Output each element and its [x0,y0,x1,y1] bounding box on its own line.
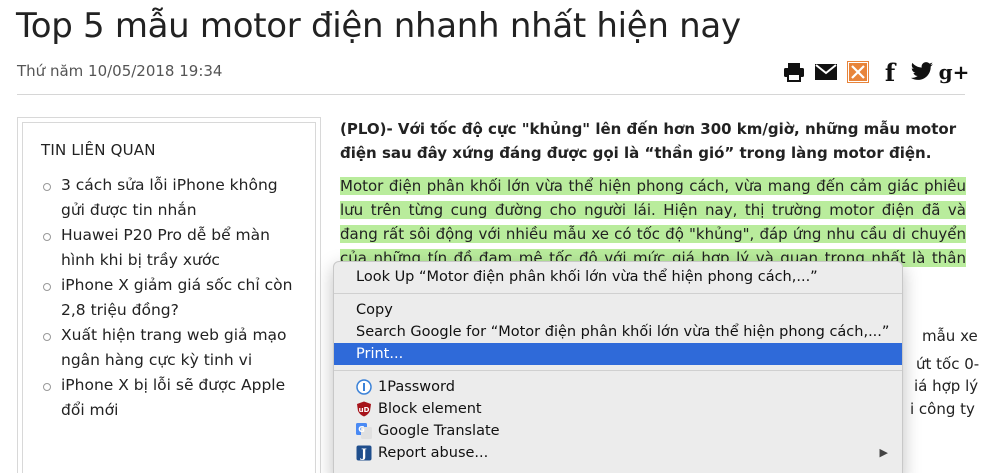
related-news-item[interactable]: Huawei P20 Pro dễ bể màn hình khi bị trầ… [41,223,299,273]
facebook-icon[interactable]: f [878,58,902,87]
body-fragment: ứt tốc 0- [916,355,980,373]
body-fragment: mẫu xe [922,327,978,345]
related-news-item[interactable]: Xuất hiện trang web giả mạo ngân hàng cự… [41,323,299,373]
menu-item-copy[interactable]: Copy [334,299,902,321]
menu-separator [334,293,902,294]
svg-text:G: G [358,425,365,434]
submenu-arrow-icon: ▶ [879,446,888,459]
menu-item-label: Block element [378,401,482,417]
menu-item-look-up[interactable]: Look Up “Motor điện phân khối lớn vừa th… [334,266,902,288]
body-fragment: i công ty [910,400,975,418]
related-news-item[interactable]: iPhone X giảm giá sốc chỉ còn 2,8 triệu … [41,273,299,323]
menu-item-google-translate[interactable]: G Google Translate [334,420,902,442]
menu-separator [334,370,902,371]
email-icon[interactable] [814,60,838,84]
ublock-icon: uD [356,401,372,417]
article-lead: (PLO)- Với tốc độ cực "khủng" lên đến hơ… [340,120,957,162]
google-translate-icon: G [356,423,372,439]
menu-item-print[interactable]: Print... [334,343,902,365]
related-news-title: TIN LIÊN QUAN [41,141,156,159]
1password-icon [356,379,372,395]
menu-item-1password[interactable]: 1Password [334,376,902,398]
print-icon[interactable] [782,60,806,84]
related-news-item[interactable]: iPhone X bị lỗi sẽ được Apple đổi mới [41,373,299,423]
header-divider [17,94,965,95]
report-abuse-icon: J [356,445,372,461]
article-title: Top 5 mẫu motor điện nhanh nhất hiện nay [16,6,741,46]
context-menu: Look Up “Motor điện phân khối lớn vừa th… [333,261,903,473]
menu-item-label: 1Password [378,379,455,395]
menu-item-label: Google Translate [378,423,500,439]
related-news-list: 3 cách sửa lỗi iPhone không gửi được tin… [41,173,299,423]
related-news-item[interactable]: 3 cách sửa lỗi iPhone không gửi được tin… [41,173,299,223]
article-date: Thứ năm 10/05/2018 19:34 [17,62,223,80]
menu-item-block-element[interactable]: uD Block element [334,398,902,420]
twitter-icon[interactable] [910,60,934,84]
svg-text:J: J [360,447,367,461]
bookmark-icon[interactable] [846,60,870,84]
body-fragment: iá hợp lý [914,377,979,395]
share-toolbar: f g+ [782,58,970,87]
svg-text:uD: uD [359,406,370,414]
related-news-box: TIN LIÊN QUAN 3 cách sửa lỗi iPhone khôn… [17,117,321,473]
menu-item-search-google[interactable]: Search Google for “Motor điện phân khối … [334,321,902,343]
menu-item-label: Report abuse... [378,445,489,461]
google-plus-icon[interactable]: g+ [939,60,970,84]
menu-item-report-abuse[interactable]: J Report abuse... ▶ [334,442,902,464]
